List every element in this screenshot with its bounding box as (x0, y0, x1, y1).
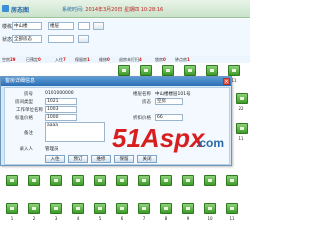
price-label: 标准价格 (15, 116, 33, 121)
system-time-value: 2014年3月20日 星期四 10:28:16 (85, 7, 164, 13)
room-tile[interactable] (204, 203, 216, 214)
building-label: 楼层名称 (133, 92, 151, 97)
room-number: 1 (10, 216, 14, 221)
close-button[interactable]: 关闭 (137, 155, 157, 163)
room-number: 2 (32, 216, 36, 221)
notes-label: 备注 (24, 131, 33, 136)
room-tile[interactable] (116, 203, 128, 214)
room-tile[interactable] (94, 203, 106, 214)
room-number: 3 (54, 216, 58, 221)
room-tile[interactable] (236, 123, 248, 134)
close-icon[interactable]: × (223, 78, 230, 85)
room-tile[interactable] (162, 65, 174, 76)
room-tile[interactable] (50, 175, 62, 186)
app-icon (2, 5, 9, 12)
room-tile[interactable] (206, 65, 218, 76)
room-number: 8 (164, 216, 168, 221)
filter-panel: 楼栋 中山楼 楼层 状态 全部房态 (0, 19, 250, 61)
room-tile[interactable] (138, 203, 150, 214)
room-type-input[interactable]: 1021 (45, 98, 77, 105)
watermark-logo: 51Aspx .com (112, 123, 232, 153)
staff-value: 管理员 (45, 147, 59, 152)
room-tile[interactable] (182, 203, 194, 214)
rate-input[interactable]: 66 (155, 114, 183, 121)
room-tile[interactable] (226, 203, 238, 214)
floor-select[interactable]: 楼层 (48, 22, 74, 30)
room-tile[interactable] (204, 175, 216, 186)
room-tile[interactable] (116, 175, 128, 186)
room-type-select[interactable] (78, 22, 90, 30)
room-number: 11 (229, 216, 235, 221)
top-header: 房态图 系统时间: 2014年3月20日 星期四 10:28:16 (0, 0, 250, 18)
room-no-value: 0101000000 (45, 91, 74, 96)
rate-label: 折扣价格 (133, 116, 151, 121)
system-time-label: 系统时间: (62, 7, 84, 13)
ok-button[interactable] (78, 35, 89, 43)
work-input[interactable]: 1003 (45, 106, 77, 113)
room-tile[interactable] (226, 175, 238, 186)
status-select[interactable]: 全部房态 (12, 35, 42, 43)
room-tile[interactable] (182, 175, 194, 186)
room-tile[interactable] (118, 65, 130, 76)
dialog-title: 客房详细信息 (1, 77, 231, 86)
room-number: 6 (120, 216, 124, 221)
status-label: 状态 (2, 37, 13, 43)
room-tile[interactable] (160, 203, 172, 214)
checkin-button[interactable]: 入住 (45, 155, 65, 163)
staff-label: 录入人 (19, 147, 34, 152)
work-label: 工作单位名称 (16, 108, 43, 113)
room-status-label: 房态 (142, 100, 151, 105)
search-button[interactable] (93, 22, 104, 30)
room-tile[interactable] (138, 175, 150, 186)
room-tile[interactable] (228, 65, 240, 76)
room-type-label: 房间类型 (15, 100, 33, 105)
room-tile[interactable] (72, 203, 84, 214)
room-tile[interactable] (140, 65, 152, 76)
keep-button[interactable]: 保留 (114, 155, 134, 163)
app-title: 房态图 (11, 7, 30, 14)
room-tile[interactable] (160, 175, 172, 186)
building-label: 楼栋 (2, 24, 13, 30)
room-number: 22 (238, 106, 244, 111)
room-no-label: 房号 (24, 92, 33, 97)
room-number: 9 (186, 216, 190, 221)
sub-status-select[interactable] (48, 35, 74, 43)
room-tile[interactable] (28, 175, 40, 186)
room-status-input[interactable]: 空房 (155, 98, 183, 105)
room-tile[interactable] (94, 175, 106, 186)
notes-textarea[interactable]: aaaa (45, 122, 105, 142)
room-tile[interactable] (72, 175, 84, 186)
room-tile[interactable] (28, 203, 40, 214)
svg-text:.com: .com (196, 136, 224, 150)
room-tile[interactable] (50, 203, 62, 214)
room-tile[interactable] (236, 93, 248, 104)
room-number: 10 (207, 216, 213, 221)
building-select[interactable]: 中山楼 (12, 22, 42, 30)
room-status-legend: 空房29 已预定0 入住7 保留房1 维修0 退房未打扫4 锁房0 钟点房1 (0, 56, 250, 63)
room-tile[interactable] (6, 203, 18, 214)
building-value: 中山楼楼层101号 (155, 92, 191, 97)
room-tile[interactable] (6, 175, 18, 186)
room-tile[interactable] (184, 65, 196, 76)
room-number: 4 (76, 216, 80, 221)
room-number: 5 (98, 216, 102, 221)
room-number: 11 (238, 136, 244, 141)
room-number: 7 (142, 216, 146, 221)
repair-button[interactable]: 维修 (91, 155, 111, 163)
system-time: 系统时间: 2014年3月20日 星期四 10:28:16 (62, 6, 163, 13)
svg-text:51Aspx: 51Aspx (112, 123, 206, 153)
reserve-button[interactable]: 预订 (68, 155, 88, 163)
price-input[interactable]: 1000 (45, 114, 77, 121)
